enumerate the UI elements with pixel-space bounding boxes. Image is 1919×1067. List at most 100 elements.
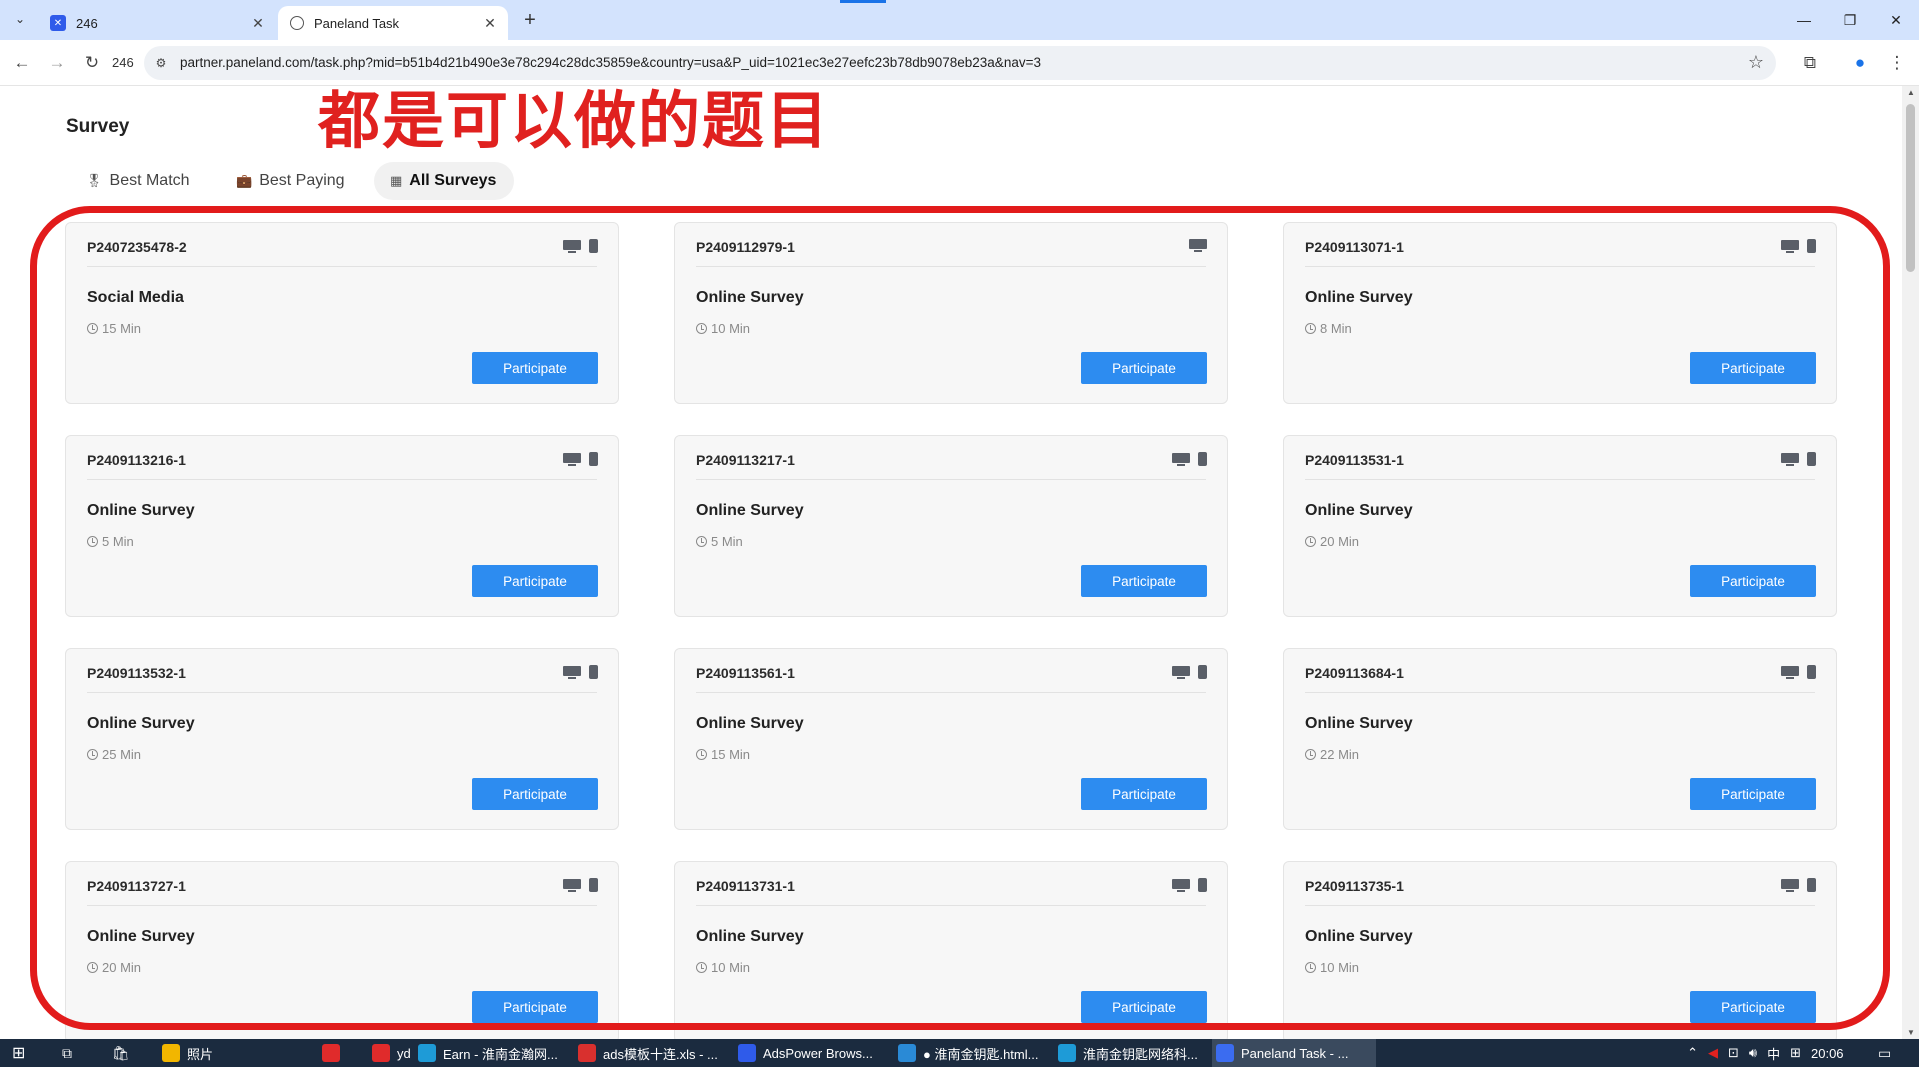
close-window-icon[interactable]: ✕ [1873, 6, 1919, 34]
ime-indicator[interactable]: 中 [1767, 1044, 1780, 1063]
clock-icon [87, 536, 98, 547]
new-tab-button[interactable]: + [518, 9, 542, 33]
scroll-up-icon[interactable]: ▲ [1907, 88, 1915, 97]
participate-button[interactable]: Participate [1081, 565, 1207, 597]
site-info-icon[interactable]: ⚙ [152, 54, 170, 72]
participate-button[interactable]: Participate [472, 565, 598, 597]
participate-button[interactable]: Participate [1690, 565, 1816, 597]
scrollbar-thumb[interactable] [1906, 104, 1915, 272]
keyboard-grid-icon[interactable]: ⊞ [1790, 1045, 1801, 1061]
extensions-icon[interactable]: ⧉ [1797, 50, 1823, 76]
mobile-icon [589, 665, 598, 679]
taskbar-item-label: AdsPower Brows... [763, 1045, 873, 1061]
reload-icon[interactable]: ↻ [79, 50, 105, 76]
participate-button[interactable]: Participate [1081, 352, 1207, 384]
device-icons [1781, 665, 1816, 679]
survey-code: P2409113684-1 [1305, 665, 1404, 681]
duration-text: 15 Min [711, 747, 751, 762]
forward-icon[interactable]: → [44, 50, 70, 76]
tab-search-icon[interactable]: ⌄ [8, 7, 32, 31]
taskbar-item[interactable]: Paneland Task - ... [1212, 1039, 1376, 1067]
taskbar-item[interactable]: Earn - 淮南金瀚网... [414, 1039, 568, 1067]
chevron-up-icon[interactable]: ⌃ [1687, 1045, 1698, 1061]
browser-toolbar: ← → ↻ 246 ⚙ partner.paneland.com/task.ph… [0, 40, 1919, 86]
participate-button[interactable]: Participate [472, 778, 598, 810]
annotation-text: 都是可以做的题目 [318, 84, 831, 157]
taskbar-item[interactable] [318, 1039, 362, 1067]
duration-text: 5 Min [102, 534, 134, 549]
desktop-icon [1172, 452, 1190, 466]
network-icon[interactable]: ⊡ [1728, 1045, 1739, 1061]
store-icon[interactable]: 🛍 [112, 1039, 130, 1067]
clock-time[interactable]: 20:06 [1811, 1046, 1875, 1061]
scroll-down-icon[interactable]: ▼ [1907, 1028, 1915, 1037]
taskbar-item-label: 淮南金钥匙网络科... [1083, 1046, 1198, 1062]
taskbar-item-label: Earn - 淮南金瀚网... [443, 1046, 558, 1062]
profile-label: 246 [112, 55, 134, 70]
participate-button[interactable]: Participate [472, 991, 598, 1023]
card-divider [696, 266, 1206, 267]
taskbar-item[interactable]: yd [368, 1039, 412, 1067]
card-divider [87, 266, 597, 267]
survey-duration: 10 Min [1305, 960, 1359, 975]
participate-button[interactable]: Participate [1690, 991, 1816, 1023]
close-tab-icon[interactable]: ✕ [480, 13, 500, 33]
taskbar-item[interactable]: 淮南金钥匙网络科... [1054, 1039, 1208, 1067]
taskbar-item[interactable]: ads模板十连.xls - ... [574, 1039, 728, 1067]
task-view-icon[interactable]: ⧉ [62, 1039, 72, 1067]
mobile-icon [1198, 452, 1207, 466]
profile-avatar-icon[interactable]: ● [1847, 50, 1873, 76]
adspower-icon [738, 1044, 756, 1062]
duration-text: 5 Min [711, 534, 743, 549]
menu-kebab-icon[interactable]: ⋮ [1884, 50, 1910, 76]
filter-all-surveys[interactable]: ▦ All Surveys [374, 162, 515, 200]
survey-code: P2409113735-1 [1305, 878, 1404, 894]
survey-card: P2409113071-1 Online Survey 8 Min Participa… [1283, 222, 1837, 404]
participate-button[interactable]: Participate [1690, 352, 1816, 384]
restore-icon[interactable]: ❐ [1827, 6, 1873, 34]
device-icons [563, 665, 598, 679]
bookmark-star-icon[interactable]: ☆ [1748, 52, 1764, 73]
device-icons [563, 452, 598, 466]
page-scrollbar[interactable]: ▲ ▼ [1902, 86, 1919, 1039]
windows-start-icon[interactable]: ⊞ [12, 1039, 25, 1067]
minimize-icon[interactable]: — [1781, 6, 1827, 34]
participate-button[interactable]: Participate [472, 352, 598, 384]
survey-card: P2407235478-2 Social Media 15 Min Participa… [65, 222, 619, 404]
participate-button[interactable]: Participate [1690, 778, 1816, 810]
device-icons [1781, 239, 1816, 253]
notification-icon[interactable]: ▭ [1878, 1039, 1891, 1067]
survey-code: P2409113071-1 [1305, 239, 1404, 255]
clock-icon [87, 323, 98, 334]
wps-icon [578, 1044, 596, 1062]
volume-icon[interactable]: 🔊︎ [1749, 1045, 1757, 1061]
system-tray: ⌃ ◀ ⊡ 🔊︎ 中 ⊞ 20:06 [1687, 1039, 1875, 1067]
survey-duration: 10 Min [696, 321, 750, 336]
taskbar-item[interactable]: ● 淮南金钥匙.html... [894, 1039, 1048, 1067]
youdao-icon [372, 1044, 390, 1062]
desktop-icon [563, 239, 581, 253]
participate-button[interactable]: Participate [1081, 991, 1207, 1023]
survey-duration: 22 Min [1305, 747, 1359, 762]
card-divider [87, 479, 597, 480]
close-tab-icon[interactable]: ✕ [248, 13, 268, 33]
duration-text: 10 Min [711, 960, 751, 975]
filter-best-match[interactable]: 🎖 Best Match [70, 162, 208, 200]
photos-icon [162, 1044, 180, 1062]
browser-tab-strip: ⌄ ✕ 246 ✕ Paneland Task ✕ + — ❐ ✕ [0, 0, 1919, 40]
browser-tab-246[interactable]: ✕ 246 ✕ [38, 6, 276, 40]
clock-icon [696, 962, 707, 973]
taskbar-item[interactable]: 照片 [158, 1039, 292, 1067]
survey-code: P2409113731-1 [696, 878, 795, 894]
survey-duration: 15 Min [696, 747, 750, 762]
back-icon[interactable]: ← [9, 50, 35, 76]
url-text[interactable]: partner.paneland.com/task.php?mid=b51b4d… [180, 55, 1041, 70]
tab-label: 246 [76, 15, 98, 31]
desktop-icon [1781, 452, 1799, 466]
survey-duration: 5 Min [87, 534, 134, 549]
taskbar-item[interactable]: AdsPower Brows... [734, 1039, 888, 1067]
filter-best-paying[interactable]: 💼 Best Paying [220, 162, 363, 200]
browser-tab-paneland[interactable]: Paneland Task ✕ [278, 6, 508, 40]
speaker-muted-icon[interactable]: ◀ [1708, 1045, 1718, 1061]
participate-button[interactable]: Participate [1081, 778, 1207, 810]
